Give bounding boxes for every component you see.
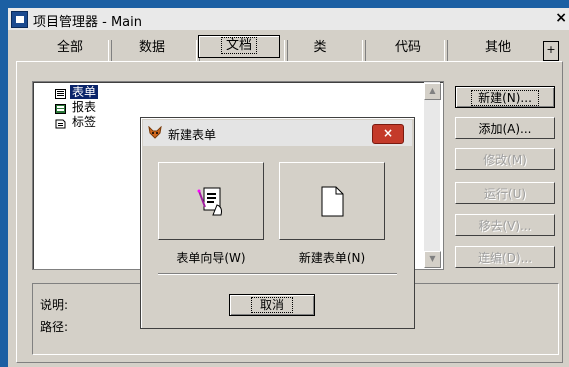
tab-code[interactable]: 代码 (368, 36, 448, 62)
scroll-up-icon[interactable]: ▲ (424, 83, 441, 100)
fox-icon (148, 125, 162, 143)
close-icon[interactable]: × (555, 10, 567, 26)
tab-label: 代码 (394, 40, 421, 55)
new-button[interactable]: 新建(N)... (455, 86, 555, 108)
dialog-title: 新建表单 (168, 128, 217, 142)
tab-label: 数据 (138, 40, 165, 55)
tab-documents[interactable]: 文档 (198, 35, 280, 58)
title-bar[interactable]: 项目管理器 - Main × (8, 8, 569, 31)
label-icon (55, 118, 66, 128)
dialog-close-icon[interactable]: × (372, 124, 404, 144)
remove-button[interactable]: 移去(V)... (455, 214, 555, 236)
tree-item-label: 标签 (72, 115, 97, 129)
tab-scroll-button[interactable]: + (543, 41, 559, 61)
blank-page-icon (321, 186, 344, 217)
build-button[interactable]: 连编(D)... (455, 246, 555, 268)
wizard-icon (197, 187, 222, 216)
report-icon (55, 103, 66, 114)
tree-item-labels[interactable]: 标签 (55, 115, 98, 129)
dialog-title-bar[interactable]: 新建表单 × (143, 120, 412, 146)
new-form-label: 新建表单(N) (298, 251, 366, 265)
wizard-label: 表单向导(W) (176, 251, 246, 265)
tab-label: 全部 (56, 40, 83, 55)
scroll-down-icon[interactable]: ▼ (424, 251, 441, 268)
tab-other[interactable]: 其他 (458, 36, 538, 62)
cancel-label: 取消 (250, 297, 293, 313)
tab-label: 其他 (484, 40, 511, 55)
new-form-dialog: 新建表单 × 表单向导(W) 新建表单(N) 取消 (140, 117, 415, 329)
tab-classes[interactable]: 类 (280, 36, 360, 62)
app-icon (11, 11, 28, 28)
window-title: 项目管理器 - Main (33, 15, 142, 30)
tab-all[interactable]: 全部 (30, 36, 110, 62)
tab-label: 类 (313, 40, 327, 55)
cancel-button[interactable]: 取消 (229, 294, 315, 316)
description-label: 说明: (40, 298, 69, 312)
modify-button[interactable]: 修改(M) (455, 148, 555, 170)
tree-item-label: 表单 (70, 85, 99, 99)
tree-item-label: 报表 (72, 100, 97, 114)
tree-item-forms[interactable]: 表单 (55, 85, 99, 99)
form-wizard-button[interactable] (158, 162, 264, 240)
new-button-label: 新建(N)... (471, 90, 539, 106)
project-manager-window: 项目管理器 - Main × 全部 数据 文档 类 代码 其他 + 表单 报表 (0, 0, 569, 367)
tab-label: 文档 (220, 37, 257, 54)
new-form-button[interactable] (279, 162, 385, 240)
form-icon (55, 88, 66, 99)
run-button[interactable]: 运行(U) (455, 182, 555, 204)
dialog-divider (158, 273, 397, 275)
tree-item-reports[interactable]: 报表 (55, 100, 98, 114)
add-button[interactable]: 添加(A)... (455, 117, 555, 139)
tab-divider (362, 40, 366, 62)
tab-data[interactable]: 数据 (112, 36, 192, 62)
tree-scrollbar[interactable]: ▲ ▼ (424, 82, 441, 268)
tab-divider (444, 40, 448, 62)
path-label: 路径: (40, 320, 69, 334)
